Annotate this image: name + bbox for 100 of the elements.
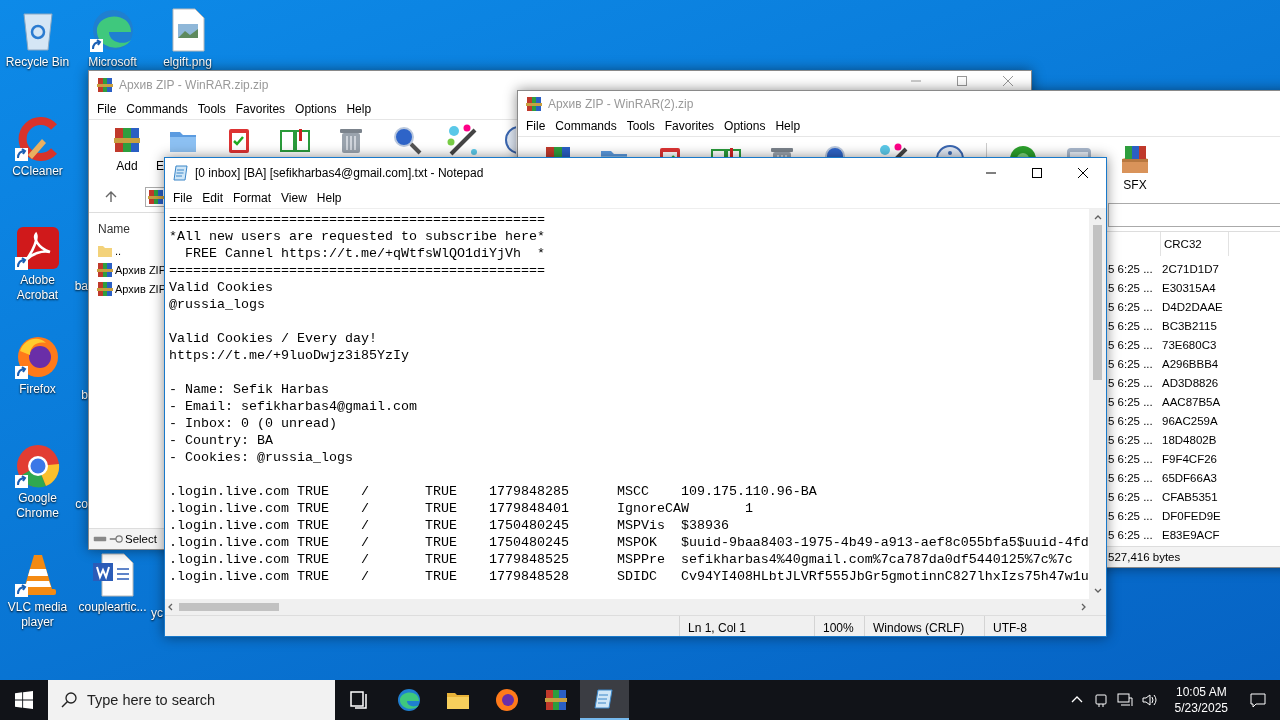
wand-icon[interactable]: [447, 124, 479, 156]
table-cell-text: 65DF66A3: [1161, 471, 1218, 484]
table-cell-text: CFAB5351: [1161, 490, 1219, 503]
up-arrow-icon[interactable]: [105, 191, 117, 203]
menu-item[interactable]: Tools: [621, 119, 660, 133]
menu-item[interactable]: Options: [290, 102, 342, 116]
close-icon: [1003, 75, 1013, 86]
column-header[interactable]: CRC32: [1161, 232, 1229, 256]
network-icon[interactable]: [1116, 692, 1133, 708]
menu-item[interactable]: Tools: [192, 102, 231, 116]
drive-icon: [93, 534, 107, 544]
table-cell-text: 5 6:25 ...: [1108, 509, 1154, 522]
desktop-icon[interactable]: Adobe Acrobat: [0, 224, 75, 303]
table-cell-text: 2C71D1D7: [1161, 262, 1220, 275]
menu-item[interactable]: Format: [228, 190, 277, 205]
toolbar-label[interactable]: SFX: [1123, 178, 1147, 192]
text-line: .login.live.com TRUE / TRUE 1750480245 MSPVis $38936: [169, 517, 729, 534]
status-text: 527,416 bytes: [1108, 551, 1181, 563]
text-line: - Cookies: @russia_logs: [169, 449, 353, 466]
menu-item[interactable]: Options: [719, 119, 771, 133]
books-icon: [97, 261, 113, 278]
menu-item[interactable]: Favorites: [230, 102, 291, 116]
menu-item[interactable]: Help: [770, 119, 806, 133]
browser-icon: [13, 442, 62, 490]
table-cell-text: 5 6:25 ...: [1108, 281, 1154, 294]
scrollbar[interactable]: [165, 599, 1106, 615]
table-cell-text: 5 6:25 ...: [1108, 395, 1154, 408]
menu-item[interactable]: Commands: [550, 119, 622, 133]
table-cell-text: 73E680C3: [1161, 338, 1218, 351]
table-cell-text: BC3B2115: [1161, 319, 1218, 332]
desktop-icon-label: ba: [75, 279, 88, 294]
desktop-icon[interactable]: coupleartic...: [75, 551, 150, 615]
wand-icon[interactable]: [878, 143, 910, 157]
box-icon[interactable]: [1119, 143, 1151, 175]
scrollbar-thumb[interactable]: [179, 603, 279, 611]
desktop-icon[interactable]: Firefox: [0, 333, 75, 397]
file-row[interactable]: ..: [97, 241, 163, 260]
table-cell-text: AAC87B5A: [1161, 395, 1222, 408]
text-line: - Inbox: 0 (0 unread): [169, 415, 337, 432]
menu-item[interactable]: Help: [341, 102, 377, 116]
text-line: .login.live.com TRUE / TRUE 1779848285 MSCC 109.175.110.96-BA: [169, 483, 817, 500]
desktop-icon[interactable]: elgift.png: [150, 6, 225, 70]
column-header[interactable]: Name: [97, 217, 158, 241]
table-cell-text: 5 6:25 ...: [1108, 262, 1154, 275]
browser-icon: [396, 688, 421, 712]
search-icon: [61, 692, 77, 708]
table-cell-text: E30315A4: [1161, 281, 1217, 294]
magnifier-icon[interactable]: [391, 124, 423, 156]
text-line: *All new users are requested to subscribe here*: [169, 228, 545, 245]
maximize-icon: [1032, 167, 1042, 178]
text-line: Valid Cookies: [169, 279, 273, 296]
search-field[interactable]: Type here to search: [48, 680, 335, 720]
close-icon: [1078, 167, 1088, 178]
toolbar-label[interactable]: E: [156, 159, 164, 173]
menu-item[interactable]: View: [276, 190, 312, 205]
device-icon[interactable]: [1092, 692, 1109, 708]
scrollbar[interactable]: [1089, 209, 1106, 599]
menu-item[interactable]: File: [521, 119, 551, 133]
path-field[interactable]: [1108, 203, 1280, 227]
desktop-icon[interactable]: VLC media player: [0, 551, 75, 630]
menu-item[interactable]: Edit: [197, 190, 229, 205]
table-cell-text: 5 6:25 ...: [1108, 452, 1154, 465]
maximize-icon: [957, 75, 967, 86]
text-line: - Email: sefikharbas4@gmail.com: [169, 398, 417, 415]
menu-item[interactable]: Favorites: [659, 119, 720, 133]
desktop-icon[interactable]: Microsoft: [75, 6, 150, 70]
window-title: Архив ZIP - WinRAR.zip.zip: [119, 78, 269, 92]
table-cell-text: DF0FED9E: [1161, 509, 1222, 522]
notification-icon[interactable]: [1250, 692, 1266, 708]
toolbar-label[interactable]: Add: [116, 159, 138, 173]
key-icon: [109, 534, 123, 544]
table-cell-text: 5 6:25 ...: [1108, 490, 1154, 503]
speaker-icon[interactable]: [1140, 692, 1157, 708]
books-icon: [543, 688, 568, 712]
clock-button[interactable]: 10:05 AM 5/23/2025: [1166, 684, 1236, 716]
menu-item[interactable]: File: [92, 102, 122, 116]
table-cell-text: 5 6:25 ...: [1108, 300, 1154, 313]
info-icon[interactable]: [503, 124, 516, 156]
desktop-icon-label: b: [80, 388, 88, 403]
info-icon[interactable]: [934, 143, 966, 157]
taskbar-button[interactable]: [580, 680, 629, 720]
menu-item[interactable]: File: [168, 190, 198, 205]
menu-item[interactable]: Commands: [121, 102, 193, 116]
scrollbar-thumb[interactable]: [1093, 225, 1102, 380]
table-cell-text: 96AC259A: [1161, 414, 1219, 427]
table-cell-text: 5 6:25 ...: [1108, 357, 1154, 370]
desktop-icon[interactable]: Recycle Bin: [0, 6, 75, 70]
desktop-icon[interactable]: Google Chrome: [0, 442, 75, 521]
text-line: .login.live.com TRUE / TRUE 1779848525 MSPPre sefikharbas4%40gmail.com%7ca787da0df5440125%7c%7c: [169, 551, 1073, 568]
window-title: [0 inbox] [BA] [sefikharbas4@gmail.com].txt - Notepad: [195, 165, 484, 180]
text-line: ===============================================: [169, 211, 545, 228]
path-field[interactable]: [145, 187, 164, 207]
table-cell-text: 5 6:25 ...: [1108, 528, 1154, 541]
text-line: https://t.me/+9luoDwjz3i85YzIy: [169, 347, 409, 364]
books-icon: [97, 77, 113, 93]
books-icon: [526, 95, 542, 112]
menu-item[interactable]: Help: [311, 190, 347, 205]
table-cell-text: AD3D8826: [1161, 376, 1220, 389]
status-text: Select: [125, 533, 157, 545]
desktop-icon[interactable]: CCleaner: [0, 115, 75, 179]
